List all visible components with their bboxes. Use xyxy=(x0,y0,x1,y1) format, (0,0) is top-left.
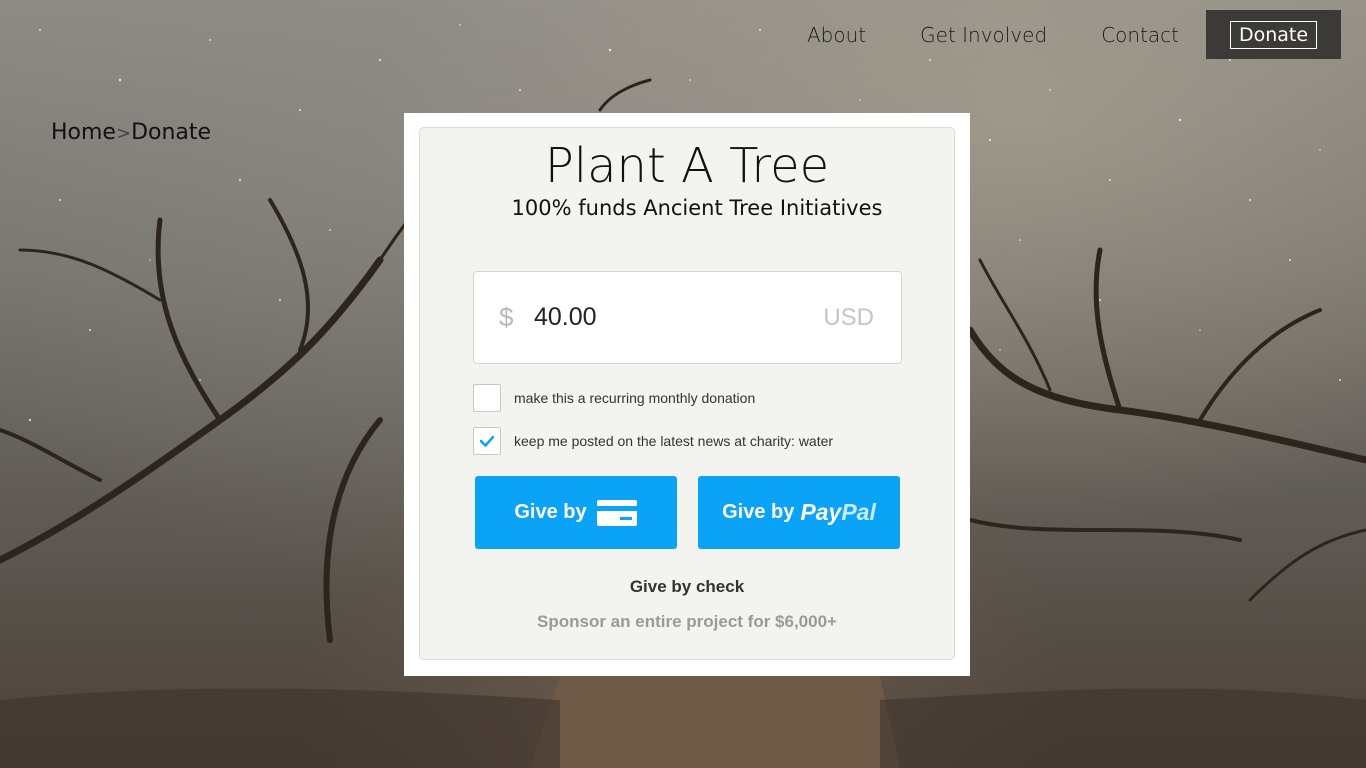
breadcrumb: Home>Donate xyxy=(51,120,211,145)
sponsor-project-link[interactable]: Sponsor an entire project for $6,000+ xyxy=(420,612,954,632)
nav-get-involved-link[interactable]: Get Involved xyxy=(920,23,1047,47)
give-by-check-link[interactable]: Give by check xyxy=(420,577,954,597)
give-by-card-label: Give by xyxy=(514,501,587,523)
newsletter-row: keep me posted on the latest news at cha… xyxy=(473,427,833,455)
give-by-paypal-button[interactable]: Give by Pay Pal xyxy=(698,476,900,549)
newsletter-label: keep me posted on the latest news at cha… xyxy=(514,433,834,449)
currency-symbol: $ xyxy=(499,302,514,332)
currency-code: USD xyxy=(823,304,874,331)
give-by-paypal-label: Give by xyxy=(722,501,795,523)
breadcrumb-separator: > xyxy=(115,123,132,144)
top-nav: About Get Involved Contact Donate xyxy=(780,10,1341,59)
give-by-card-button[interactable]: Give by xyxy=(475,476,677,549)
recurring-donation-label: make this a recurring monthly donation xyxy=(514,390,756,406)
donation-card-frame: Plant A Tree 100% funds Ancient Tree Ini… xyxy=(404,113,970,676)
nav-donate-container: Donate xyxy=(1206,10,1341,59)
recurring-donation-row: make this a recurring monthly donation xyxy=(473,384,755,412)
nav-donate-button[interactable]: Donate xyxy=(1229,20,1318,49)
amount-value: 40.00 xyxy=(534,303,597,331)
card-title: Plant A Tree xyxy=(544,138,830,194)
breadcrumb-home-link[interactable]: Home xyxy=(51,120,116,145)
credit-card-icon xyxy=(596,499,637,526)
paypal-logo-pal: Pal xyxy=(841,499,876,525)
baobab-trunk xyxy=(530,676,900,768)
nav-contact-link[interactable]: Contact xyxy=(1101,23,1179,47)
newsletter-checkbox[interactable] xyxy=(473,427,501,455)
paypal-logo-pay: Pay xyxy=(800,499,842,525)
breadcrumb-current: Donate xyxy=(131,120,212,145)
checkmark-icon xyxy=(479,435,495,447)
amount-input[interactable]: $ 40.00 USD xyxy=(473,271,902,364)
nav-about-link[interactable]: About xyxy=(807,23,866,47)
card-subtitle: 100% funds Ancient Tree Initiatives xyxy=(511,196,883,220)
recurring-donation-checkbox[interactable] xyxy=(473,384,501,412)
donation-card: Plant A Tree 100% funds Ancient Tree Ini… xyxy=(419,127,955,660)
